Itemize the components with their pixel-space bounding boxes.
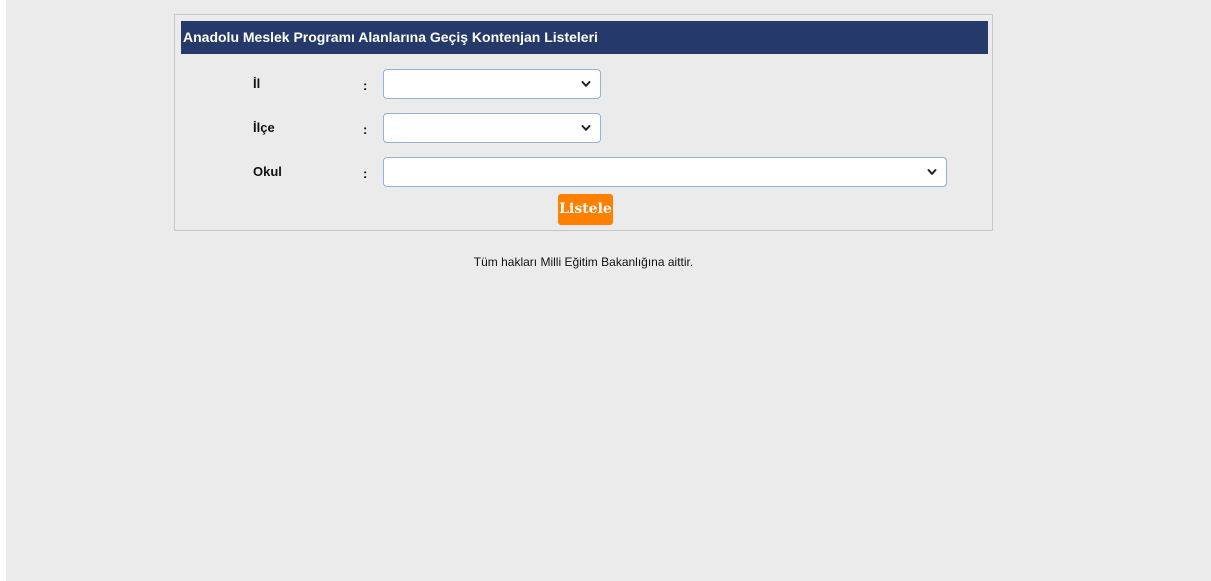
panel-title: Anadolu Meslek Programı Alanlarına Geçiş…	[181, 21, 988, 54]
okul-select[interactable]	[383, 157, 947, 187]
form-panel: Anadolu Meslek Programı Alanlarına Geçiş…	[174, 14, 993, 231]
ilce-separator: :	[363, 122, 368, 137]
page-background: Anadolu Meslek Programı Alanlarına Geçiş…	[6, 0, 1211, 581]
il-separator: :	[363, 78, 368, 93]
ilce-label: İlçe	[253, 120, 275, 135]
chevron-down-icon	[581, 81, 591, 87]
okul-separator: :	[363, 166, 368, 181]
ilce-select[interactable]	[383, 113, 601, 143]
il-select[interactable]	[383, 69, 601, 99]
okul-label: Okul	[253, 164, 282, 179]
chevron-down-icon	[927, 169, 937, 175]
copyright-footer: Tüm hakları Milli Eğitim Bakanlığına ait…	[473, 255, 694, 269]
il-label: İl	[253, 76, 261, 91]
listele-button[interactable]: Listele	[558, 194, 613, 225]
chevron-down-icon	[581, 125, 591, 131]
